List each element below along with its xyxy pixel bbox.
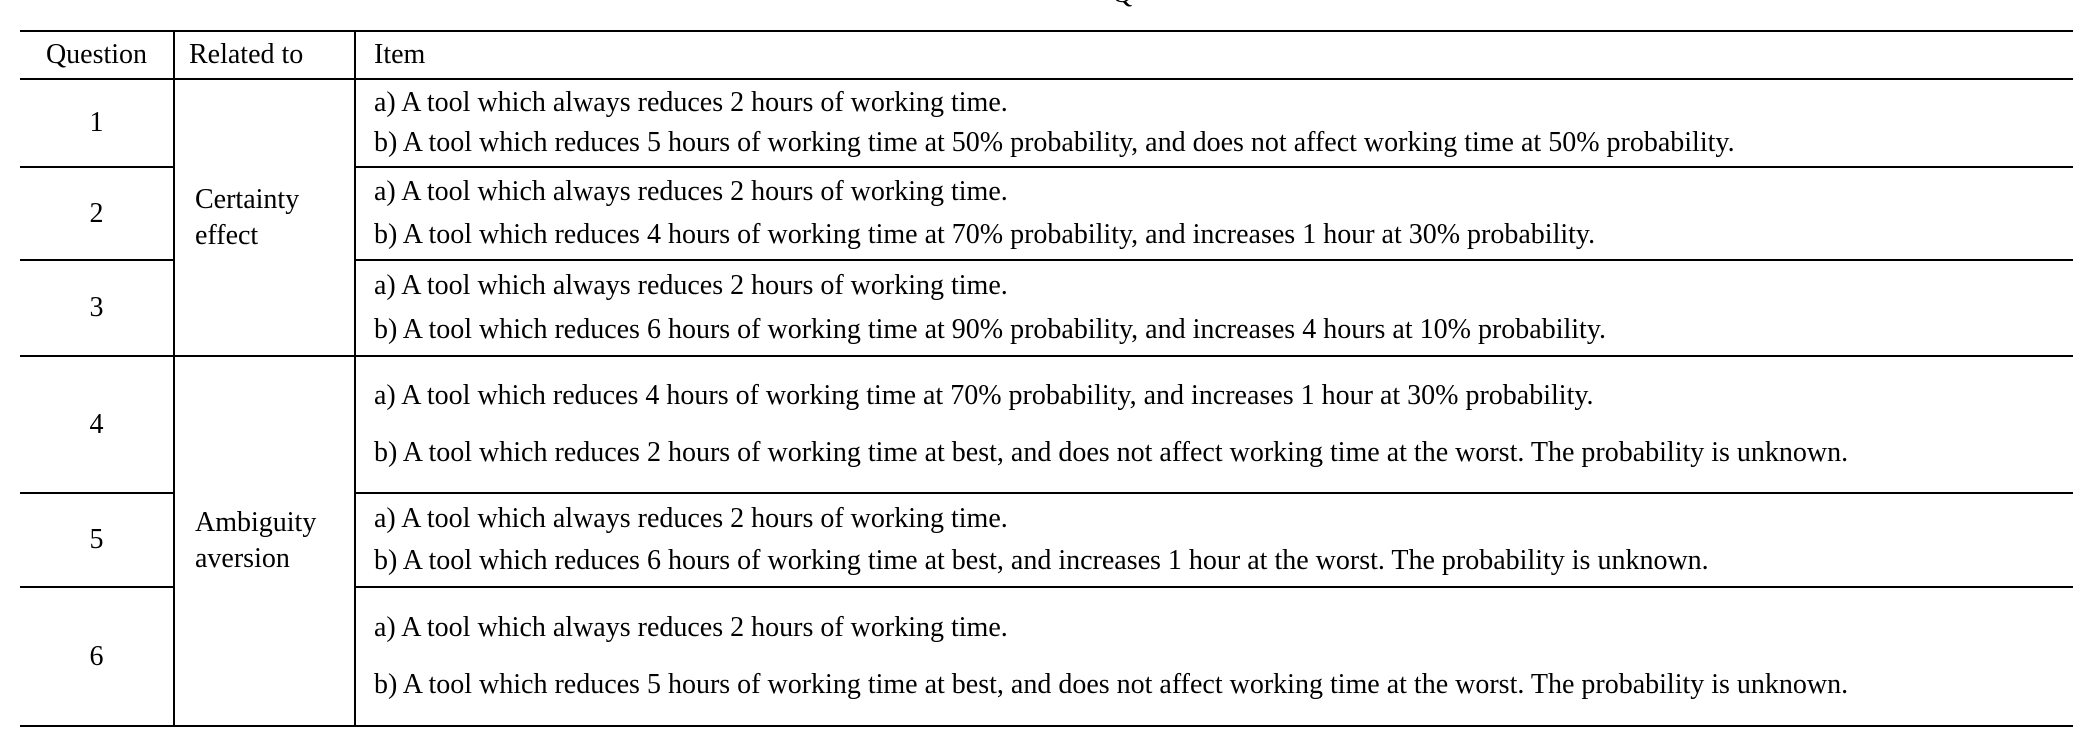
related-to-cell: Certainty effect	[175, 80, 356, 355]
group-certainty-effect: 1 2 3 Certainty effect a) A tool which a…	[20, 80, 2073, 357]
item-cell: a) A tool which reduces 4 hours of worki…	[356, 357, 2073, 494]
question-number: 2	[20, 168, 173, 261]
option-b: b) A tool which reduces 6 hours of worki…	[374, 545, 1709, 577]
header-related-to: Related to	[175, 32, 356, 78]
item-cell: a) A tool which always reduces 2 hours o…	[356, 588, 2073, 725]
table-header: Question Related to Item	[20, 32, 2073, 80]
option-b: b) A tool which reduces 5 hours of worki…	[374, 669, 1849, 701]
option-b: b) A tool which reduces 6 hours of worki…	[374, 313, 1606, 345]
option-b: b) A tool which reduces 2 hours of worki…	[374, 437, 1849, 468]
option-a: a) A tool which always reduces 2 hours o…	[374, 270, 1008, 302]
option-a: a) A tool which always reduces 2 hours o…	[374, 86, 1008, 118]
option-b: b) A tool which reduces 5 hours of worki…	[374, 127, 1735, 159]
related-to-cell: Ambiguity aversion	[175, 357, 356, 725]
question-number: 3	[89, 292, 104, 323]
option-b: b) A tool which reduces 4 hours of worki…	[374, 218, 1596, 250]
question-number: 5	[20, 494, 173, 588]
item-cell: a) A tool which always reduces 2 hours o…	[356, 494, 2073, 588]
option-a: a) A tool which always reduces 2 hours o…	[374, 502, 1008, 534]
question-number: 6	[89, 640, 104, 672]
table-caption-fragment: Q	[1112, 0, 1132, 10]
question-number: 1	[20, 80, 173, 168]
option-a: a) A tool which always reduces 2 hours o…	[374, 176, 1008, 208]
header-item: Item	[374, 39, 426, 70]
option-a: a) A tool which reduces 4 hours of worki…	[374, 380, 1594, 411]
item-cell: a) A tool which always reduces 2 hours o…	[356, 80, 2073, 168]
header-question: Question	[20, 32, 175, 78]
option-a: a) A tool which always reduces 2 hours o…	[374, 611, 1008, 643]
item-cell: a) A tool which always reduces 2 hours o…	[356, 168, 2073, 261]
item-cell: a) A tool which always reduces 2 hours o…	[356, 261, 2073, 355]
group-ambiguity-aversion: 4 5 6 Ambiguity aversion a) A tool which…	[20, 357, 2073, 725]
question-number: 4	[20, 357, 173, 494]
questions-table: Question Related to Item 1 2 3 Certainty…	[20, 30, 2073, 727]
